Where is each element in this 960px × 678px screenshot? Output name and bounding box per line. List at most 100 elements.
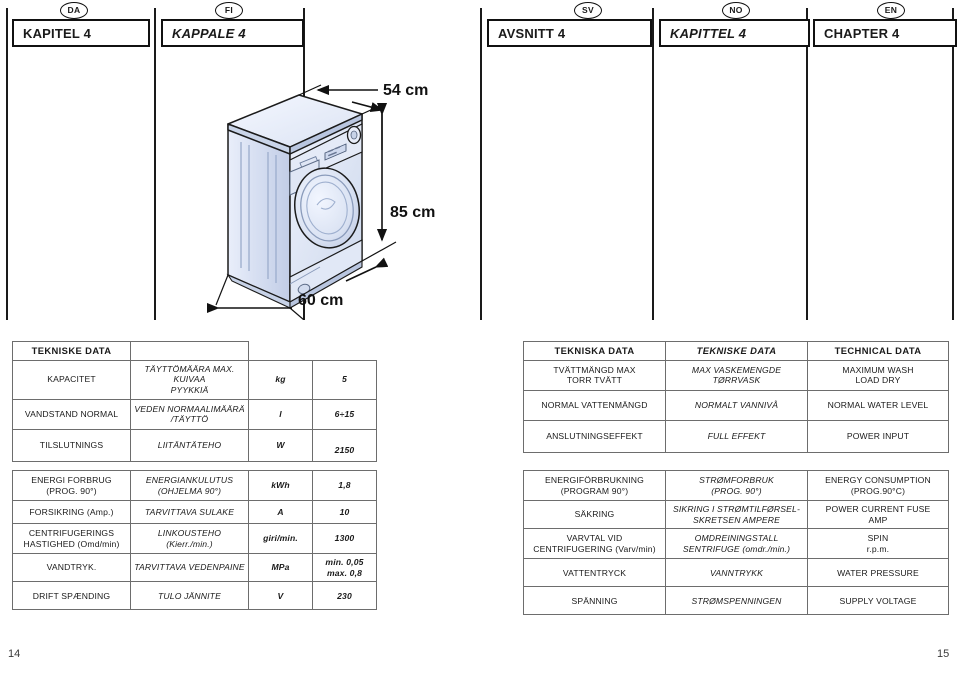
washing-machine-illustration: 54 cm 85 cm 60 cm — [186, 62, 486, 321]
header-cell-en: TECHNICAL DATA — [807, 341, 949, 361]
language-code-en: EN — [884, 5, 898, 16]
washing-machine-svg: 54 cm 85 cm 60 cm — [206, 82, 435, 321]
cell-sv: NORMAL VATTENMÄNGD — [523, 389, 666, 421]
cell-unit: A — [248, 500, 313, 524]
cell-value: 10 — [312, 500, 377, 524]
table-row: SÄKRING SIKRING I STRØMTILFØRSEL- SKRETSE… — [523, 499, 949, 530]
column-divider-2 — [154, 8, 156, 320]
cell-en: SUPPLY VOLTAGE — [807, 586, 949, 616]
language-badge-fi: FI — [215, 2, 243, 19]
table-row: VANDTRYK. TARVITTAVA VEDENPAINE MPa min.… — [12, 552, 377, 583]
table-row: FORSIKRING (Amp.) TARVITTAVA SULAKE A 10 — [12, 500, 377, 524]
column-divider-5 — [652, 8, 654, 320]
cell-no: MAX VASKEMENGDE TØRRVASK — [665, 359, 808, 391]
dimension-label-depth: 54 cm — [383, 82, 428, 99]
cell-no: VANNTRYKK — [665, 558, 808, 588]
cell-sv: ENERGIFÖRBRUKNING (PROGRAM 90°) — [523, 470, 666, 501]
language-badge-sv: SV — [574, 2, 602, 19]
column-divider-7 — [952, 8, 954, 320]
chapter-box-no: KAPITTEL 4 — [659, 19, 810, 47]
table-row: SPÄNNING STRØMSPENNINGEN SUPPLY VOLTAGE — [523, 586, 949, 616]
cell-en: MAXIMUM WASH LOAD DRY — [807, 359, 949, 391]
cell-fi: LIITÄNTÄTEHO — [130, 428, 249, 462]
cell-sv: SÄKRING — [523, 499, 666, 530]
cell-fi: TARVITTAVA VEDENPAINE — [130, 552, 249, 583]
cell-no: OMDREININGSTALL SENTRIFUGE (omdr./min.) — [665, 528, 808, 560]
cell-da: VANDTRYK. — [12, 552, 131, 583]
header-cell-unit — [249, 342, 313, 361]
table-row: VANDSTAND NORMAL VEDEN NORMAALIMÄÄRÄ/TÄY… — [12, 398, 377, 430]
language-code-da: DA — [67, 5, 81, 16]
left-spec-table-2: ENERGI FORBRUG (PROG. 90°) ENERGIANKULUTU… — [12, 470, 377, 611]
table-row: ENERGIFÖRBRUKNING (PROGRAM 90°) STRØMFORB… — [523, 470, 949, 501]
cell-da: FORSIKRING (Amp.) — [12, 500, 131, 524]
chapter-label-da: KAPITEL 4 — [23, 25, 92, 41]
cell-unit: l — [248, 398, 313, 430]
cell-en: ENERGY CONSUMPTION (PROG.90°C) — [807, 470, 949, 501]
cell-value: 1,8 — [312, 470, 377, 501]
table-header-row: TEKNISKE DATA — [12, 341, 377, 361]
cell-da: KAPACITET — [12, 359, 131, 400]
table-row: VATTENTRYCK VANNTRYKK WATER PRESSURE — [523, 558, 949, 588]
chapter-box-fi: KAPPALE 4 — [161, 19, 304, 47]
cell-value: 5 — [312, 359, 377, 400]
cell-unit: giri/min. — [248, 523, 313, 554]
cell-value: 1300 — [312, 523, 377, 554]
table-row: TVÄTTMÄNGD MAX TORR TVÄTT MAX VASKEMENGDE… — [523, 359, 949, 391]
cell-en: SPIN r.p.m. — [807, 528, 949, 560]
chapter-label-en: CHAPTER 4 — [824, 25, 900, 41]
cell-da: TILSLUTNINGS — [12, 428, 131, 462]
cell-da: VANDSTAND NORMAL — [12, 398, 131, 430]
cell-fi: VEDEN NORMAALIMÄÄRÄ/TÄYTTÖ — [130, 398, 249, 430]
language-code-sv: SV — [582, 5, 594, 16]
table-row: ANSLUTNINGSEFFEKT FULL EFFEKT POWER INPU… — [523, 419, 949, 453]
cell-sv: ANSLUTNINGSEFFEKT — [523, 419, 666, 453]
table-row: VARVTAL VID CENTRIFUGERING (Varv/min) OMD… — [523, 528, 949, 560]
cell-en: POWER CURRENT FUSE AMP — [807, 499, 949, 530]
cell-value: min. 0,05 max. 0,8 — [312, 552, 377, 583]
chapter-box-da: KAPITEL 4 — [12, 19, 150, 47]
column-divider-6 — [806, 8, 808, 320]
cell-fi: LINKOUSTEHO (Kierr./min.) — [130, 523, 249, 554]
dimension-label-width: 60 cm — [298, 292, 343, 309]
language-badge-da: DA — [60, 2, 88, 19]
cell-en: WATER PRESSURE — [807, 558, 949, 588]
cell-value: 2150 — [312, 428, 377, 462]
cell-unit: MPa — [248, 552, 313, 583]
cell-en: POWER INPUT — [807, 419, 949, 453]
cell-no: STRØMSPENNINGEN — [665, 586, 808, 616]
left-spec-table: TEKNISKE DATA KAPACITET TÄYTTÖMÄÄRA MAX.… — [12, 341, 377, 462]
language-badge-no: NO — [722, 2, 750, 19]
cell-unit: kg — [248, 359, 313, 400]
chapter-label-no: KAPITTEL 4 — [670, 25, 747, 41]
table-header-row: TEKNISKA DATA TEKNISKE DATA TECHNICAL DA… — [523, 341, 949, 361]
table-row: KAPACITET TÄYTTÖMÄÄRA MAX. KUIVAA PYYKKIÄ… — [12, 359, 377, 400]
cell-no: SIKRING I STRØMTILFØRSEL- SKRETSEN AMPERE — [665, 499, 808, 530]
cell-value: 6÷15 — [312, 398, 377, 430]
chapter-box-sv: AVSNITT 4 — [487, 19, 652, 47]
manual-page: DA FI SV NO EN KAPITEL 4 KAPPALE 4 AVSNI… — [0, 0, 960, 678]
page-number-left: 14 — [8, 648, 21, 660]
chapter-box-en: CHAPTER 4 — [813, 19, 957, 47]
language-code-no: NO — [729, 5, 743, 16]
chapter-label-fi: KAPPALE 4 — [172, 25, 246, 41]
cell-sv: SPÄNNING — [523, 586, 666, 616]
cell-unit: W — [248, 428, 313, 462]
cell-no: NORMALT VANNIVÅ — [665, 389, 808, 421]
cell-da: CENTRIFUGERINGS HASTIGHED (Omd/min) — [12, 523, 131, 554]
table-row: ENERGI FORBRUG (PROG. 90°) ENERGIANKULUTU… — [12, 470, 377, 501]
header-cell-da: TEKNISKE DATA — [12, 341, 131, 361]
cell-unit: V — [248, 581, 313, 611]
language-code-fi: FI — [224, 5, 234, 16]
page-number-right: 15 — [937, 648, 950, 660]
table-row: NORMAL VATTENMÄNGD NORMALT VANNIVÅ NORMA… — [523, 389, 949, 421]
cell-da: DRIFT SPÆNDING — [12, 581, 131, 611]
cell-sv: VATTENTRYCK — [523, 558, 666, 588]
cell-fi: TÄYTTÖMÄÄRA MAX. KUIVAA PYYKKIÄ — [130, 359, 249, 400]
language-badge-en: EN — [877, 2, 905, 19]
cell-value: 230 — [312, 581, 377, 611]
table-row: CENTRIFUGERINGS HASTIGHED (Omd/min) LINKO… — [12, 523, 377, 554]
right-spec-table-2: ENERGIFÖRBRUKNING (PROGRAM 90°) STRØMFORB… — [523, 470, 949, 616]
cell-no: STRØMFORBRUK (PROG. 90°) — [665, 470, 808, 501]
cell-fi: ENERGIANKULUTUS (OHJELMA 90°) — [130, 470, 249, 501]
